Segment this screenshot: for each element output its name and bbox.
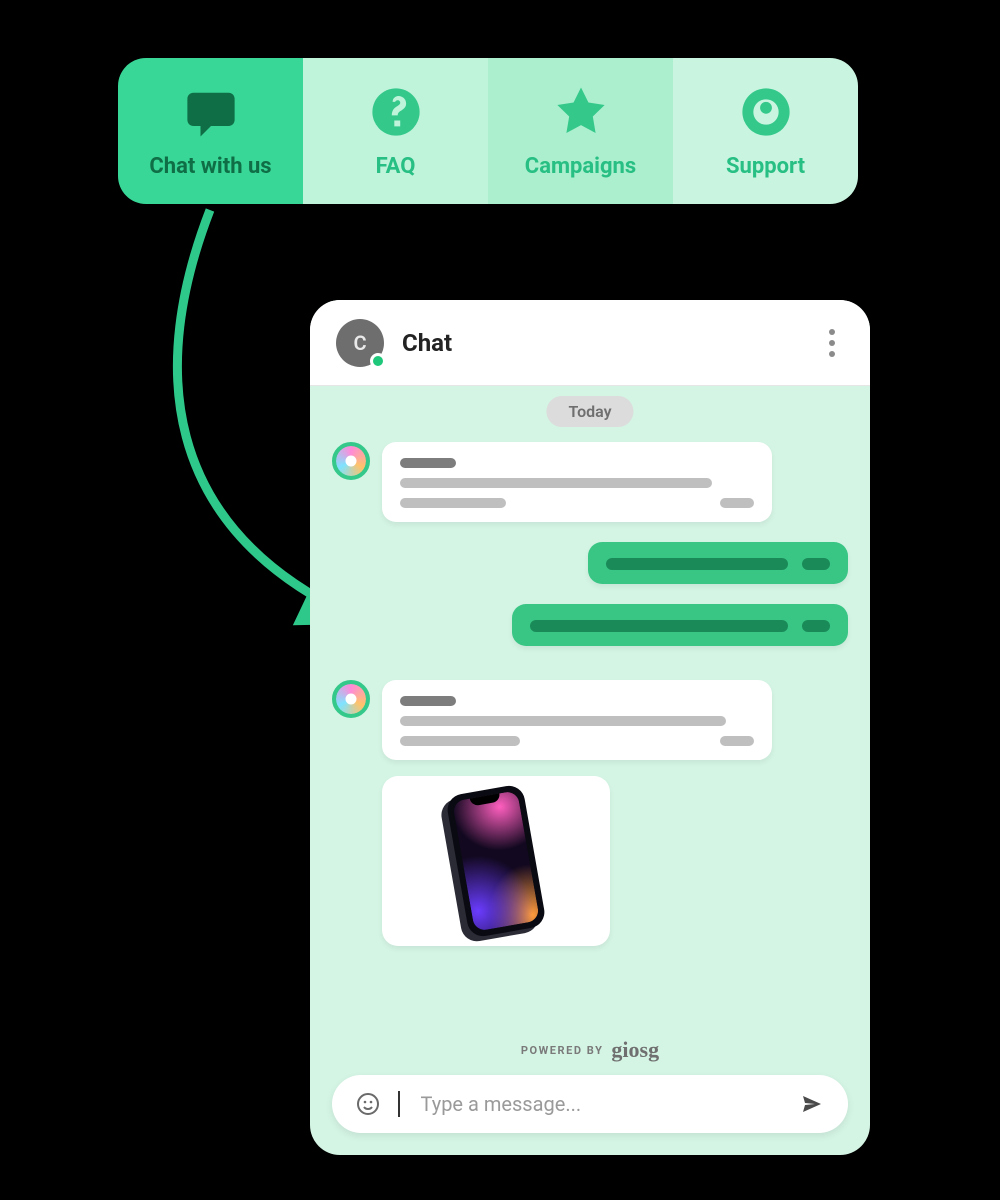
top-tabbar: Chat with us FAQ Campaigns Support	[118, 58, 858, 204]
message-composer	[332, 1075, 848, 1133]
msg-timestamp-placeholder	[802, 620, 830, 632]
chat-body: Today	[310, 386, 870, 1155]
tab-label: Campaigns	[525, 154, 636, 179]
msg-placeholder	[400, 478, 712, 488]
msg-timestamp-placeholder	[720, 498, 754, 508]
msg-placeholder	[400, 458, 456, 468]
attachment-card[interactable]	[382, 776, 610, 946]
tab-label: Chat with us	[149, 154, 271, 179]
powered-label: POWERED BY	[521, 1044, 604, 1057]
tab-faq[interactable]: FAQ	[303, 58, 488, 204]
chat-header: C Chat	[310, 300, 870, 386]
header-avatar[interactable]: C	[336, 319, 384, 367]
chat-title: Chat	[402, 329, 802, 357]
chat-bubble-icon	[183, 84, 239, 140]
msg-placeholder	[400, 736, 520, 746]
user-message	[332, 604, 848, 646]
msg-placeholder	[400, 716, 726, 726]
msg-placeholder	[400, 696, 456, 706]
user-message	[332, 542, 848, 584]
question-circle-icon	[368, 84, 424, 140]
tab-label: FAQ	[376, 154, 416, 179]
target-circle-icon	[738, 84, 794, 140]
powered-by: POWERED BY giosg	[521, 1037, 659, 1063]
msg-placeholder	[530, 620, 788, 632]
agent-avatar	[332, 680, 370, 718]
msg-placeholder	[400, 498, 506, 508]
message-bubble	[382, 680, 772, 760]
agent-message	[332, 680, 848, 760]
phone-product-image	[445, 783, 547, 938]
tab-campaigns[interactable]: Campaigns	[488, 58, 673, 204]
message-bubble	[382, 442, 772, 522]
powered-brand: giosg	[611, 1037, 659, 1063]
online-status-dot	[370, 353, 386, 369]
avatar-letter: C	[353, 331, 366, 355]
star-icon	[553, 84, 609, 140]
tab-support[interactable]: Support	[673, 58, 858, 204]
chat-panel: C Chat Today	[310, 300, 870, 1155]
send-button[interactable]	[798, 1090, 826, 1118]
message-input[interactable]	[419, 1091, 783, 1117]
msg-timestamp-placeholder	[802, 558, 830, 570]
text-caret	[398, 1091, 400, 1117]
tab-label: Support	[726, 154, 805, 179]
emoji-button[interactable]	[354, 1090, 382, 1118]
tab-chat-with-us[interactable]: Chat with us	[118, 58, 303, 204]
agent-message	[332, 442, 848, 522]
date-separator: Today	[546, 396, 633, 427]
msg-placeholder	[606, 558, 788, 570]
msg-timestamp-placeholder	[720, 736, 754, 746]
more-menu-button[interactable]	[820, 324, 844, 362]
agent-avatar	[332, 442, 370, 480]
